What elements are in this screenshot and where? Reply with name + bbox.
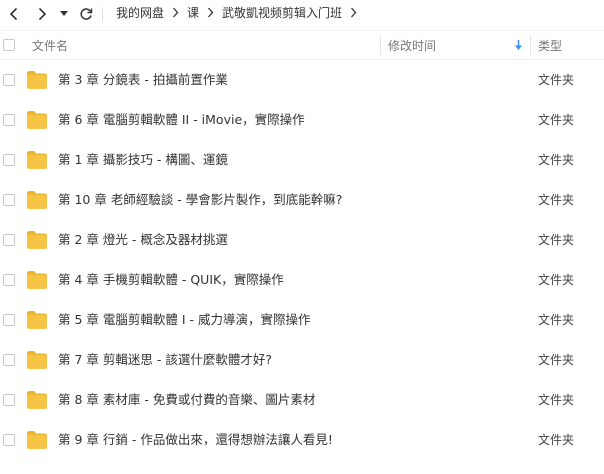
table-row[interactable]: 第 8 章 素材庫 - 免費或付費的音樂、圖片素材 文件夹 [0, 380, 604, 420]
table-row[interactable]: 第 6 章 電腦剪輯軟體 II - iMovie，實際操作 文件夹 [0, 100, 604, 140]
file-type: 文件夹 [538, 393, 575, 407]
file-name[interactable]: 第 8 章 素材庫 - 免費或付費的音樂、圖片素材 [58, 380, 315, 420]
file-type: 文件夹 [538, 153, 575, 167]
file-type: 文件夹 [538, 193, 575, 207]
table-header: 文件名 修改时间 类型 [0, 30, 604, 60]
row-checkbox[interactable] [3, 194, 15, 206]
file-name[interactable]: 第 4 章 手機剪輯軟體 - QUIK，實際操作 [58, 260, 284, 300]
chevron-right-icon [38, 7, 47, 21]
chevron-right-icon [350, 7, 357, 18]
file-name[interactable]: 第 3 章 分鏡表 - 拍攝前置作業 [58, 60, 228, 100]
sort-descending-icon[interactable] [514, 31, 523, 59]
checkbox[interactable] [3, 39, 15, 51]
refresh-icon [80, 8, 93, 20]
history-dropdown-button[interactable] [58, 4, 70, 24]
column-header-modified[interactable]: 修改时间 [388, 31, 436, 59]
row-checkbox[interactable] [3, 114, 15, 126]
table-row[interactable]: 第 2 章 燈光 - 概念及器材挑選 文件夹 [0, 220, 604, 260]
toolbar: 我的网盘 课 武敬凱视频剪辑入门班 [0, 0, 604, 28]
file-type: 文件夹 [538, 313, 575, 327]
folder-icon [27, 231, 47, 249]
chevron-right-icon [172, 7, 179, 18]
table-row[interactable]: 第 5 章 電腦剪輯軟體 I - 威力導演，實際操作 文件夹 [0, 300, 604, 340]
file-type: 文件夹 [538, 273, 575, 287]
chevron-left-icon [9, 7, 18, 21]
file-type: 文件夹 [538, 233, 575, 247]
folder-icon [27, 111, 47, 129]
column-header-name[interactable]: 文件名 [32, 31, 68, 59]
select-all-checkbox[interactable] [3, 31, 15, 59]
caret-down-icon [60, 11, 68, 16]
back-button[interactable] [6, 4, 22, 24]
file-name[interactable]: 第 7 章 剪輯迷思 - 該選什麼軟體才好? [58, 340, 272, 380]
breadcrumb-item-my-drive[interactable]: 我的网盘 [116, 4, 164, 21]
folder-icon [27, 151, 47, 169]
file-type: 文件夹 [538, 73, 575, 87]
file-name[interactable]: 第 9 章 行銷 - 作品做出來，還得想辦法讓人看見! [58, 420, 333, 460]
refresh-button[interactable] [78, 4, 94, 24]
folder-icon [27, 391, 47, 409]
file-name[interactable]: 第 1 章 攝影技巧 - 構圖、運鏡 [58, 140, 228, 180]
file-name[interactable]: 第 10 章 老師經驗談 - 學會影片製作，到底能幹嘛? [58, 180, 342, 220]
column-divider[interactable] [380, 35, 381, 55]
folder-icon [27, 431, 47, 449]
breadcrumb-item-current-folder[interactable]: 武敬凱视频剪辑入门班 [222, 4, 342, 21]
table-row[interactable]: 第 3 章 分鏡表 - 拍攝前置作業 文件夹 [0, 60, 604, 100]
forward-button[interactable] [34, 4, 50, 24]
file-type: 文件夹 [538, 353, 575, 367]
file-type: 文件夹 [538, 113, 575, 127]
breadcrumb: 我的网盘 课 武敬凱视频剪辑入门班 [116, 0, 365, 24]
folder-icon [27, 71, 47, 89]
folder-icon [27, 311, 47, 329]
row-checkbox[interactable] [3, 274, 15, 286]
table-row[interactable]: 第 9 章 行銷 - 作品做出來，還得想辦法讓人看見! 文件夹 [0, 420, 604, 460]
column-divider[interactable] [530, 35, 531, 55]
file-type: 文件夹 [538, 433, 575, 447]
breadcrumb-item-course[interactable]: 课 [187, 4, 199, 21]
chevron-right-icon [207, 7, 214, 18]
file-name[interactable]: 第 5 章 電腦剪輯軟體 I - 威力導演，實際操作 [58, 300, 311, 340]
folder-icon [27, 351, 47, 369]
breadcrumb-separator-root [100, 4, 104, 24]
table-row[interactable]: 第 7 章 剪輯迷思 - 該選什麼軟體才好? 文件夹 [0, 340, 604, 380]
table-row[interactable]: 第 4 章 手機剪輯軟體 - QUIK，實際操作 文件夹 [0, 260, 604, 300]
row-checkbox[interactable] [3, 154, 15, 166]
row-checkbox[interactable] [3, 434, 15, 446]
file-name[interactable]: 第 2 章 燈光 - 概念及器材挑選 [58, 220, 228, 260]
folder-icon [27, 271, 47, 289]
file-name[interactable]: 第 6 章 電腦剪輯軟體 II - iMovie，實際操作 [58, 100, 305, 140]
row-checkbox[interactable] [3, 354, 15, 366]
row-checkbox[interactable] [3, 394, 15, 406]
table-row[interactable]: 第 1 章 攝影技巧 - 構圖、運鏡 文件夹 [0, 140, 604, 180]
column-header-type[interactable]: 类型 [538, 31, 562, 59]
folder-icon [27, 191, 47, 209]
row-checkbox[interactable] [3, 314, 15, 326]
table-row[interactable]: 第 10 章 老師經驗談 - 學會影片製作，到底能幹嘛? 文件夹 [0, 180, 604, 220]
row-checkbox[interactable] [3, 74, 15, 86]
row-checkbox[interactable] [3, 234, 15, 246]
